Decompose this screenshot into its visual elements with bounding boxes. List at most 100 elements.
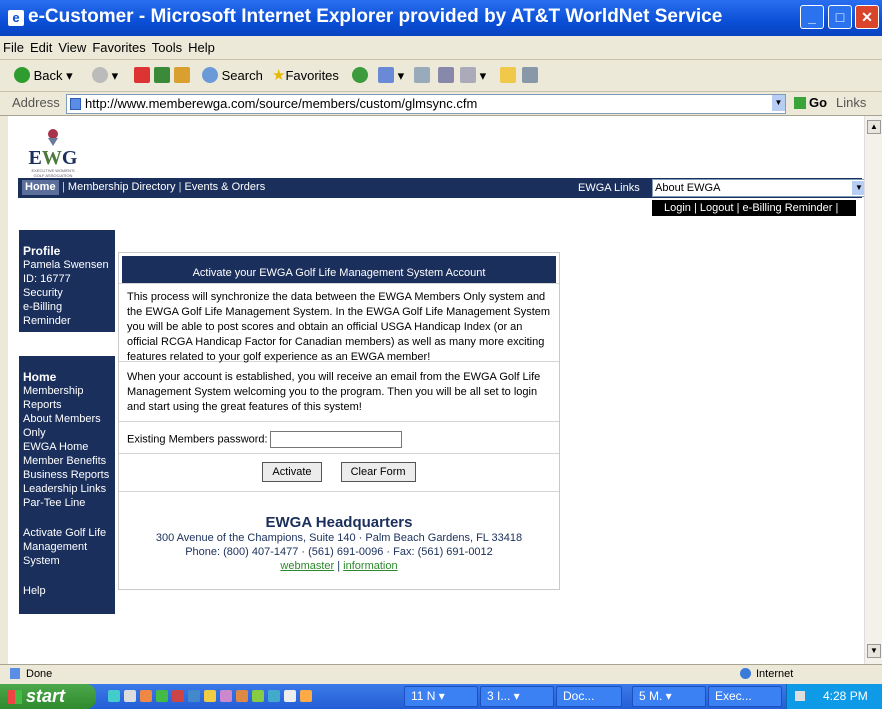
quicklaunch-icon[interactable] (108, 690, 120, 702)
ewga-links-select[interactable]: About EWGA ▼ (652, 179, 864, 197)
hq-phone: Phone: (800) 407-1477 · (561) 691-0096 ·… (185, 546, 493, 558)
menu-help[interactable]: Help (185, 36, 218, 60)
clear-form-button[interactable]: Clear Form (340, 462, 416, 482)
status-text: Done (26, 668, 53, 680)
favorites-button[interactable]: ★Favorites (272, 66, 339, 86)
activation-panel: Activate your EWGA Golf Life Management … (118, 252, 560, 590)
side-menu-spacer (23, 510, 111, 526)
refresh-icon (154, 67, 170, 83)
side-menu-item[interactable]: About Members (23, 412, 111, 426)
address-dropdown-icon[interactable]: ▼ (772, 95, 785, 111)
system-tray: 4:28 PM (786, 684, 882, 709)
toolbar: Back ▾ ▾ Search ★Favorites ▾ ▾ (0, 60, 882, 92)
menu-bar: File Edit View Favorites Tools Help (0, 36, 882, 60)
ebilling-reminder-link[interactable]: e-Billing Reminder (743, 202, 833, 214)
profile-heading: Profile (23, 244, 61, 258)
go-arrow-icon (794, 97, 806, 109)
menu-tools[interactable]: Tools (149, 36, 185, 60)
folder-button[interactable] (500, 66, 516, 86)
side-menu-item[interactable]: Only (23, 426, 111, 440)
menu-file[interactable]: File (0, 36, 27, 60)
ie-icon: e (8, 10, 24, 26)
nav-events-orders[interactable]: Events & Orders (185, 181, 266, 193)
volume-icon[interactable] (795, 691, 805, 701)
close-button[interactable]: ✕ (855, 5, 879, 29)
mail-icon (378, 67, 394, 83)
go-button[interactable]: Go (794, 95, 827, 110)
quicklaunch-icon[interactable] (124, 690, 136, 702)
home-button[interactable] (174, 66, 190, 86)
taskbar-button[interactable]: 11 N ▾ (404, 686, 478, 707)
back-button[interactable]: Back ▾ (14, 66, 73, 86)
quicklaunch-icon[interactable] (172, 690, 184, 702)
links-button[interactable]: Links (836, 95, 866, 110)
page-icon (70, 98, 81, 110)
logout-link[interactable]: Logout (700, 202, 734, 214)
start-button[interactable]: start (0, 684, 96, 709)
profile-panel: Profile Pamela Swensen ID: 16777 Securit… (19, 230, 115, 332)
quicklaunch-icon[interactable] (284, 690, 296, 702)
side-menu-item[interactable]: Reports (23, 398, 111, 412)
forward-button[interactable]: ▾ (92, 66, 118, 86)
quicklaunch-icon[interactable] (156, 690, 168, 702)
nav-home[interactable]: Home (22, 180, 59, 195)
menu-view[interactable]: View (55, 36, 89, 60)
globe-icon (740, 668, 751, 679)
stop-icon (134, 67, 150, 83)
nav-membership-directory[interactable]: Membership Directory (68, 181, 176, 193)
messenger-button[interactable] (522, 66, 538, 86)
taskbar-button[interactable]: Exec... (708, 686, 782, 707)
side-menu-item[interactable]: Par-Tee Line (23, 496, 111, 510)
stop-button[interactable] (134, 66, 150, 86)
window-title: e-Customer - Microsoft Internet Explorer… (28, 6, 723, 27)
scroll-down-icon[interactable]: ▼ (867, 644, 881, 658)
login-link[interactable]: Login (664, 202, 691, 214)
side-menu-item[interactable]: Activate Golf Life (23, 526, 111, 540)
side-menu-item[interactable]: EWGA Home (23, 440, 111, 454)
taskbar-button[interactable]: 3 I... ▾ (480, 686, 554, 707)
webmaster-link[interactable]: webmaster (280, 560, 334, 572)
maximize-button[interactable]: □ (828, 5, 852, 29)
quicklaunch-icon[interactable] (300, 690, 312, 702)
vertical-scrollbar[interactable]: ▲ ▼ (864, 116, 882, 664)
search-button[interactable]: Search (202, 66, 263, 86)
mail-button[interactable]: ▾ (378, 66, 404, 86)
password-input[interactable] (269, 431, 402, 448)
address-input[interactable]: http://www.memberewga.com/source/members… (66, 94, 786, 114)
profile-ebilling-link[interactable]: e-Billing (23, 300, 111, 314)
taskbar-button[interactable]: 5 M. ▾ (632, 686, 706, 707)
profile-security-link[interactable]: Security (23, 286, 111, 300)
print-button[interactable] (414, 66, 430, 86)
quicklaunch-icon[interactable] (140, 690, 152, 702)
side-menu-item[interactable]: Management (23, 540, 111, 554)
menu-edit[interactable]: Edit (27, 36, 55, 60)
discuss-icon (460, 67, 476, 83)
quicklaunch-icon[interactable] (188, 690, 200, 702)
refresh-button[interactable] (154, 66, 170, 86)
quicklaunch-icon[interactable] (220, 690, 232, 702)
quicklaunch-icon[interactable] (252, 690, 264, 702)
quicklaunch-icon[interactable] (204, 690, 216, 702)
side-menu-item[interactable]: Membership (23, 384, 111, 398)
taskbar-button[interactable]: Doc... (556, 686, 622, 707)
side-menu-help[interactable]: Help (23, 584, 111, 598)
discuss-button[interactable]: ▾ (460, 66, 486, 86)
quicklaunch-icon[interactable] (268, 690, 280, 702)
side-menu-item[interactable]: Member Benefits (23, 454, 111, 468)
scroll-up-icon[interactable]: ▲ (867, 120, 881, 134)
profile-reminder-link[interactable]: Reminder (23, 314, 111, 328)
side-menu-home[interactable]: Home (23, 370, 111, 384)
quicklaunch-icon[interactable] (236, 690, 248, 702)
side-menu-item[interactable]: System (23, 554, 111, 568)
menu-favorites[interactable]: Favorites (89, 36, 148, 60)
minimize-button[interactable]: _ (800, 5, 824, 29)
edit-icon (438, 67, 454, 83)
side-menu-item[interactable]: Leadership Links (23, 482, 111, 496)
history-button[interactable] (352, 66, 368, 86)
side-menu-item[interactable]: Business Reports (23, 468, 111, 482)
information-link[interactable]: information (343, 560, 397, 572)
edit-button[interactable] (438, 66, 454, 86)
web-page: EWG EXECUTIVE WOMEN'S GOLF ASSOCIATION H… (8, 116, 864, 664)
hq-title: EWGA Headquarters (265, 514, 413, 531)
activate-button[interactable]: Activate (262, 462, 322, 482)
